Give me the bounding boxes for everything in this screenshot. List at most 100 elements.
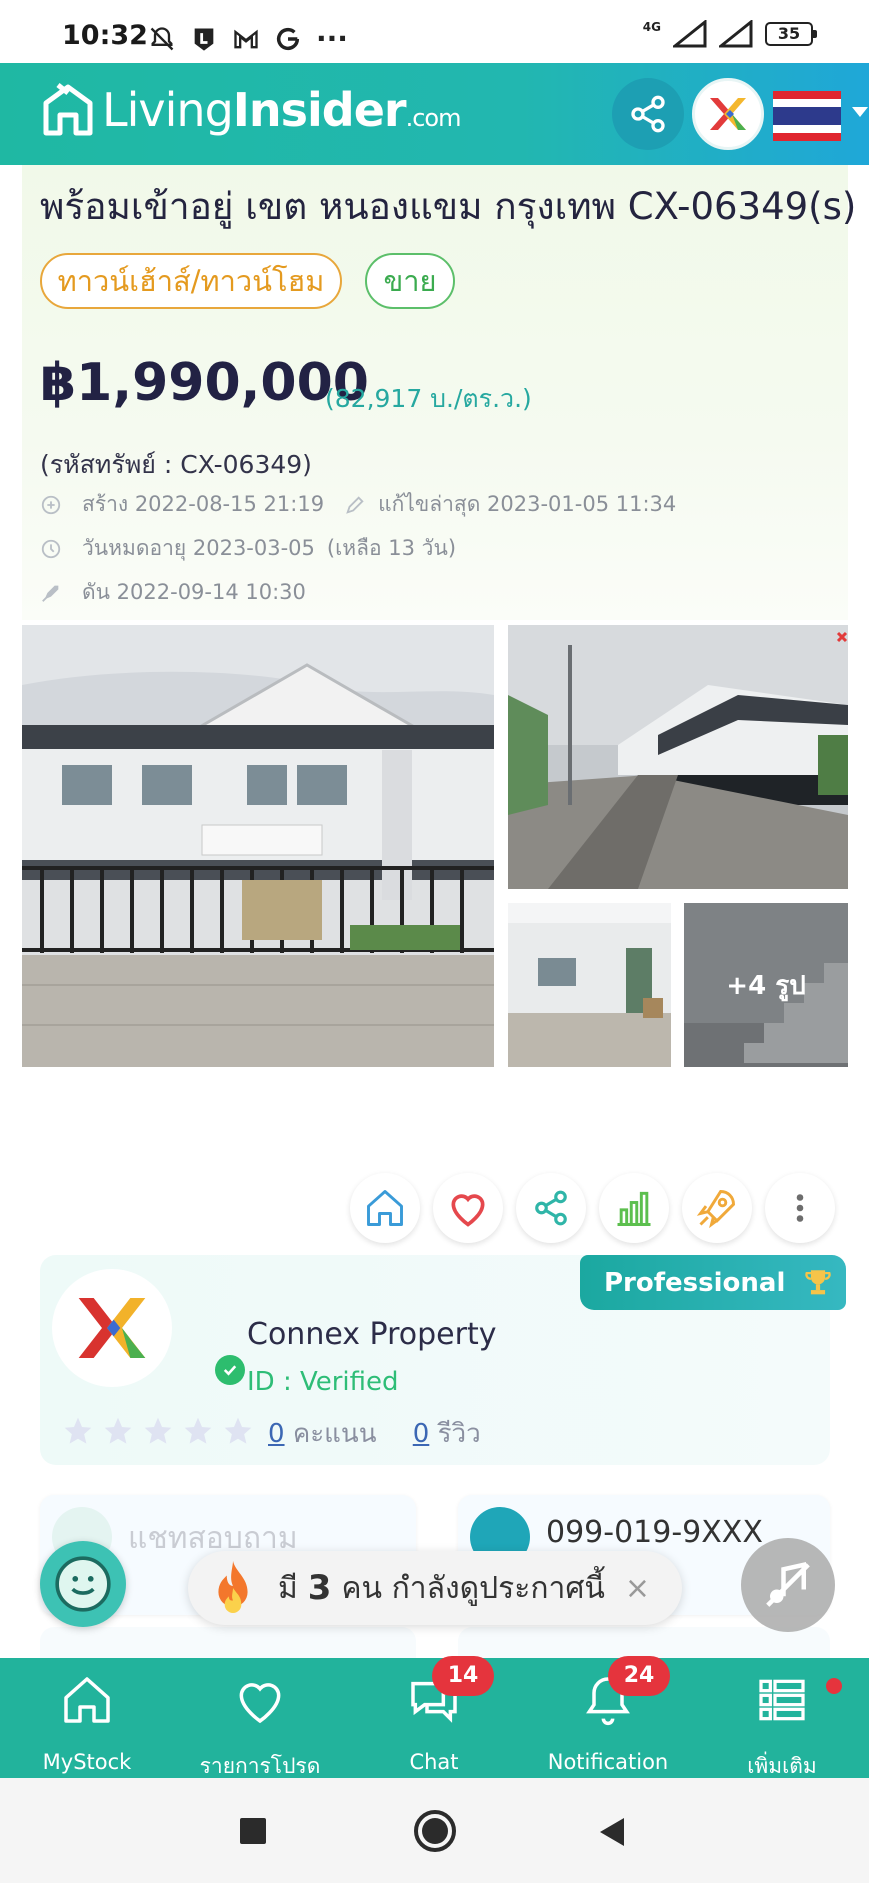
avatar-icon [710,98,746,130]
nav-mystock[interactable]: MyStock [17,1658,157,1778]
nav-notification-label: Notification [547,1750,669,1774]
viewers-prefix: มี [278,1570,298,1606]
fire-icon [218,1560,248,1613]
rating-stars [62,1415,254,1447]
chatbot-button[interactable] [40,1541,126,1627]
add-to-stock-button[interactable] [350,1173,420,1243]
app-l-icon [194,28,214,51]
viewers-banner: มี 3 คน กำลังดูประกาศนี้ × [188,1551,682,1625]
star-icon [144,1417,172,1444]
favorite-button[interactable] [433,1173,503,1243]
music-off-icon [766,1561,810,1607]
review-label: รีวิว [437,1419,481,1449]
review-count[interactable]: 0 [413,1419,430,1449]
meta-dates: สร้าง 2022-08-15 21:19 แก้ไขล่าสุด 2023-… [40,488,676,521]
livinginsider-logo[interactable]: LivingInsider.com [42,81,462,139]
listing-title: พร้อมเข้าอยู่ เขต หนองแขม กรุงเทพ CX-063… [40,185,857,228]
chat-badge: 14 [432,1656,494,1696]
property-type-tag[interactable]: ทาวน์เฮ้าส์/ทาวน์โฮม [40,253,342,309]
home-icon [64,1677,110,1723]
clock-icon [41,539,61,558]
status-right: 4G 35 [642,20,817,48]
status-time: 10:32 [62,20,148,51]
more-photos-label: +4 รูป [726,970,806,1001]
meta-expiry: วันหมดอายุ 2023-03-05 (เหลือ 13 วัน) [40,532,456,565]
stats-button[interactable] [599,1173,669,1243]
more-dots-icon: ··· [316,22,348,55]
share-button[interactable] [516,1173,586,1243]
app-header: LivingInsider.com [0,63,869,165]
listing-panel: พร้อมเข้าอยู่ เขต หนองแขม กรุงเทพ CX-063… [22,165,856,1687]
connex-logo-icon [78,1298,146,1358]
verified-check-icon [215,1355,245,1385]
signal-icon [673,20,707,48]
street-view-photo [508,625,848,889]
share-icon [631,95,665,133]
logo-text: LivingInsider.com [102,83,462,137]
viewers-count: 3 [307,1568,332,1608]
home-icon [367,1190,403,1226]
more-options-button[interactable] [765,1173,835,1243]
townhouse-front-photo [22,625,494,1067]
agent-logo[interactable] [52,1269,172,1387]
nav-notification[interactable]: 24 Notification [538,1656,678,1778]
listing-summary: พร้อมเข้าอยู่ เขต หนองแขม กรุงเทพ CX-063… [22,165,856,620]
created-date: สร้าง 2022-08-15 21:19 [82,492,325,516]
listing-price: ฿1,990,000 [40,353,369,413]
back-icon[interactable] [598,1816,626,1848]
chevron-down-icon[interactable] [852,107,868,117]
expiry-date: วันหมดอายุ 2023-03-05 [82,536,315,560]
smile-icon [55,1556,111,1612]
logo-light: Living [102,83,234,137]
menu-list-icon [759,1679,805,1721]
google-icon [276,27,300,50]
phone-number: 099-019-9XXX [546,1515,763,1550]
signal-icon [719,20,753,48]
rocket-icon [696,1190,735,1229]
deal-type-tag[interactable]: ขาย [365,253,455,309]
score-count[interactable]: 0 [268,1419,285,1449]
nav-favorites[interactable]: รายการโปรด [190,1658,330,1778]
boost-date: ดัน 2022-09-14 10:30 [82,580,306,604]
street-photo[interactable] [508,625,848,889]
status-bar: 10:32 ··· 4G 35 [0,0,869,63]
nav-more[interactable]: เพิ่มเติม [712,1658,852,1778]
main-photo[interactable] [22,625,494,1067]
chart-icon [617,1191,651,1226]
rating-summary: 0 คะแนน 0 รีวิว [268,1413,481,1454]
agent-card[interactable]: Professional Connex Property ID : Verifi… [40,1255,846,1465]
thai-flag-icon[interactable] [773,91,841,141]
star-icon [64,1417,92,1444]
meta-boost: ดัน 2022-09-14 10:30 [40,576,306,609]
trophy-icon [805,1269,832,1294]
logo-house-icon [43,83,93,136]
nav-chat[interactable]: 14 Chat [364,1656,504,1778]
professional-badge: Professional [580,1255,846,1310]
status-icons: ··· [148,22,348,55]
bottom-navigation: MyStock รายการโปรด 14 Chat 24 Notificati… [0,1656,869,1778]
price-per-sqw: (82,917 บ./ตร.ว.) [325,384,532,413]
star-icon [104,1417,132,1444]
logo-suffix: .com [405,104,462,132]
professional-badge-label: Professional [604,1267,786,1298]
system-navigation [0,1778,869,1883]
heart-icon [239,1683,281,1724]
recent-apps-button[interactable] [240,1818,266,1844]
header-avatar-button[interactable] [692,78,764,150]
music-button[interactable] [741,1538,835,1632]
close-icon[interactable]: × [625,1571,650,1606]
boost-button[interactable] [682,1173,752,1243]
header-share-button[interactable] [612,78,684,150]
network-type: 4G [642,20,661,34]
days-left: (เหลือ 13 วัน) [326,536,457,560]
more-photos-button[interactable]: +4 รูป [684,903,848,1067]
interior-photo[interactable] [508,903,671,1067]
bell-off-icon [150,26,174,50]
viewers-suffix: คน กำลังดูประกาศนี้ [341,1570,605,1606]
logo-bold: Insider [232,83,407,137]
score-label: คะแนน [292,1419,377,1449]
agent-name[interactable]: Connex Property [247,1317,497,1352]
home-system-button[interactable] [414,1810,456,1852]
more-vertical-icon [796,1194,804,1222]
gmail-icon [234,29,258,48]
